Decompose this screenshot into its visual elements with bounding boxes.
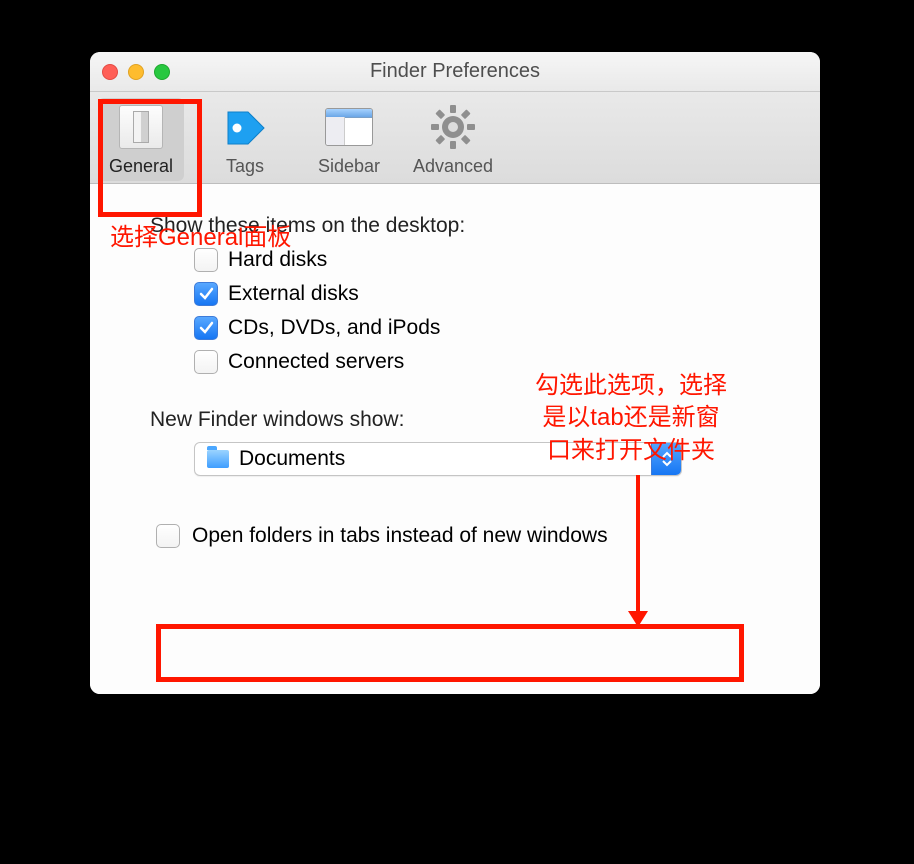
label-connected-servers: Connected servers — [228, 350, 404, 374]
tab-sidebar-label: Sidebar — [306, 156, 392, 177]
annotation-arrow — [636, 475, 640, 625]
label-cds-dvds-ipods: CDs, DVDs, and iPods — [228, 316, 440, 340]
switch-icon — [119, 105, 163, 149]
tab-general-label: General — [98, 156, 184, 177]
tag-icon — [220, 106, 270, 148]
annotation-text-general: 选择General面板 — [110, 222, 291, 254]
checkbox-external-disks[interactable] — [194, 282, 218, 306]
label-open-in-tabs: Open folders in tabs instead of new wind… — [192, 524, 608, 548]
checkbox-connected-servers[interactable] — [194, 350, 218, 374]
close-button[interactable] — [102, 64, 118, 80]
open-in-tabs-row: Open folders in tabs instead of new wind… — [156, 524, 770, 548]
tab-general[interactable]: General — [98, 98, 184, 181]
titlebar: Finder Preferences — [90, 52, 820, 92]
tab-advanced-label: Advanced — [410, 156, 496, 177]
checkbox-open-in-tabs[interactable] — [156, 524, 180, 548]
minimize-button[interactable] — [128, 64, 144, 80]
tab-advanced[interactable]: Advanced — [410, 98, 496, 181]
checkbox-row-external-disks: External disks — [194, 282, 770, 306]
gear-icon — [429, 103, 477, 151]
checkbox-cds-dvds-ipods[interactable] — [194, 316, 218, 340]
tab-tags-label: Tags — [202, 156, 288, 177]
window-controls — [102, 64, 170, 80]
annotation-text-open-tabs: 勾选此选项，选择 是以tab还是新窗 口来打开文件夹 — [535, 370, 727, 467]
tab-sidebar[interactable]: Sidebar — [306, 98, 392, 181]
tab-tags[interactable]: Tags — [202, 98, 288, 181]
checkbox-row-cds-dvds-ipods: CDs, DVDs, and iPods — [194, 316, 770, 340]
window-title: Finder Preferences — [370, 60, 540, 83]
sidebar-icon — [325, 108, 373, 146]
label-external-disks: External disks — [228, 282, 359, 306]
preferences-toolbar: General Tags Sidebar — [90, 92, 820, 184]
folder-icon — [207, 450, 229, 468]
zoom-button[interactable] — [154, 64, 170, 80]
